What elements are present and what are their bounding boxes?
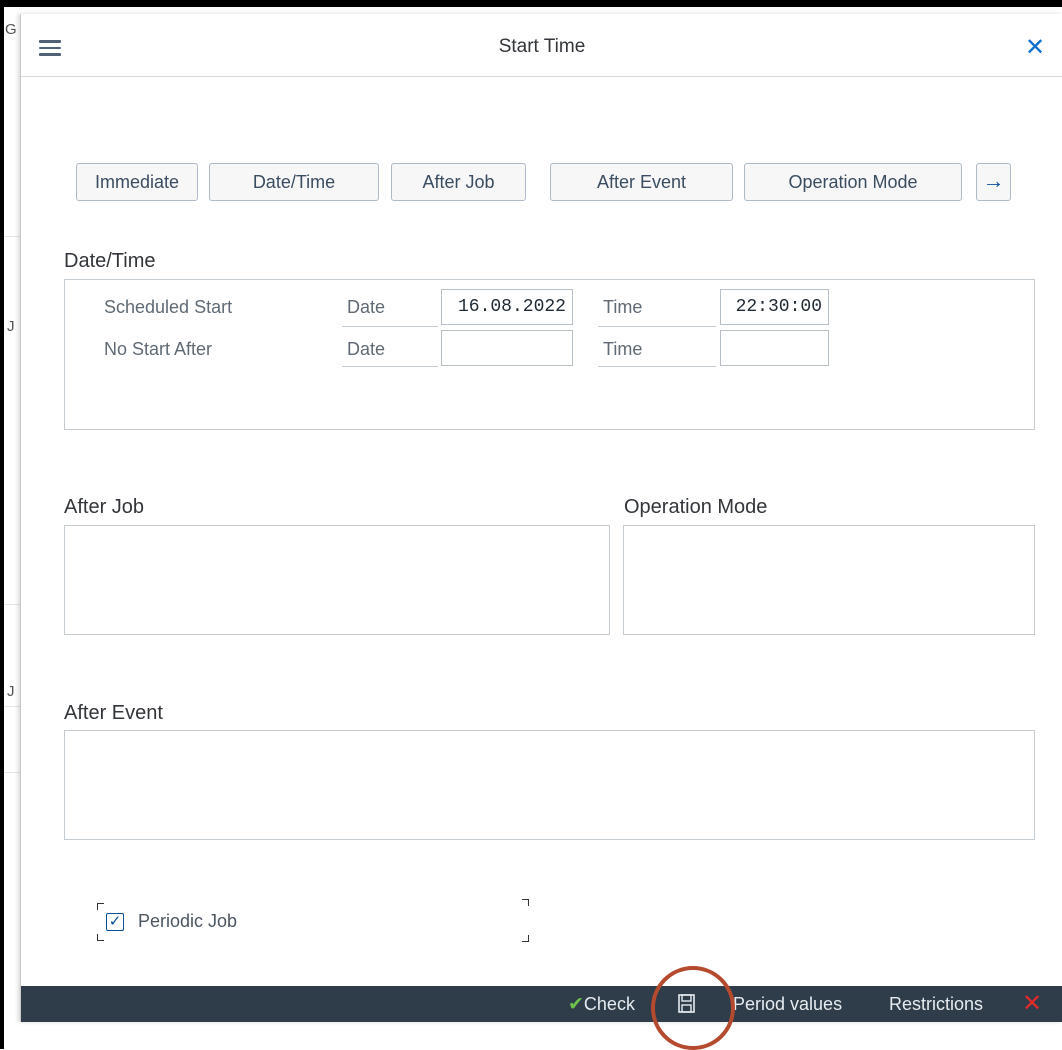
check-button-label: Check: [583, 994, 635, 1014]
after-job-button[interactable]: After Job: [391, 163, 526, 201]
background-text-fragment: G: [5, 21, 17, 38]
date-label: Date: [347, 339, 386, 359]
scheduled-start-date-input[interactable]: 16.08.2022: [441, 289, 573, 325]
date-time-button[interactable]: Date/Time: [209, 163, 379, 201]
close-icon[interactable]: ✕: [1021, 34, 1049, 62]
background-divider: [4, 604, 20, 605]
periodic-job-label[interactable]: Periodic Job: [138, 911, 237, 932]
operation-mode-group: [623, 525, 1035, 635]
time-label: Time: [603, 297, 643, 317]
checkmark-icon: ✔: [568, 994, 584, 1015]
no-start-after-label: No Start After: [104, 339, 213, 359]
scheduled-start-time-input[interactable]: 22:30:00: [720, 289, 829, 325]
time-label-cell: Time: [598, 330, 716, 367]
scheduled-start-label: Scheduled Start: [104, 297, 233, 317]
periodic-job-checkbox[interactable]: ✓: [106, 913, 124, 931]
date-label-cell: Date: [342, 290, 438, 327]
background-text-fragment: J: [7, 683, 15, 700]
background-left-edge: [0, 0, 4, 1049]
operation-mode-group-title: Operation Mode: [624, 496, 768, 518]
dialog-header: Start Time ✕: [21, 14, 1062, 77]
after-job-group-title: After Job: [64, 496, 145, 518]
background-divider: [4, 706, 20, 707]
after-event-group: [64, 730, 1035, 840]
focus-corner: [97, 903, 104, 910]
focus-corner: [522, 935, 529, 942]
focus-corner: [522, 899, 529, 906]
date-time-group-title: Date/Time: [64, 250, 156, 272]
dialog-title: Start Time: [498, 36, 586, 57]
restrictions-button[interactable]: Restrictions: [889, 986, 983, 1022]
time-label-cell: Time: [598, 290, 716, 327]
date-time-group: Scheduled Start Date 16.08.2022 Time 22:…: [64, 279, 1035, 430]
after-job-group: [64, 525, 610, 635]
save-icon[interactable]: [678, 994, 695, 1013]
background-divider: [4, 772, 20, 773]
focus-corner: [97, 934, 104, 941]
after-event-group-title: After Event: [64, 702, 163, 724]
no-start-after-date-input[interactable]: [441, 330, 573, 366]
start-time-dialog: Start Time ✕ Immediate Date/Time After J…: [20, 14, 1062, 1022]
check-button[interactable]: ✔Check: [568, 986, 635, 1022]
operation-mode-button[interactable]: Operation Mode: [744, 163, 962, 201]
footer-toolbar: ✔Check Period values Restrictions ✕: [21, 986, 1062, 1022]
background-top-edge: [0, 0, 1062, 7]
immediate-button[interactable]: Immediate: [76, 163, 198, 201]
time-label: Time: [603, 339, 643, 359]
period-values-button[interactable]: Period values: [733, 986, 842, 1022]
date-label-cell: Date: [342, 330, 438, 367]
background-panel: [4, 7, 20, 1049]
background-text-fragment: J: [7, 318, 15, 335]
after-event-button[interactable]: After Event: [550, 163, 733, 201]
date-label: Date: [347, 297, 386, 317]
background-divider: [4, 236, 20, 237]
cancel-icon[interactable]: ✕: [1022, 986, 1042, 1022]
arrow-right-icon[interactable]: →: [976, 163, 1011, 201]
no-start-after-time-input[interactable]: [720, 330, 829, 366]
